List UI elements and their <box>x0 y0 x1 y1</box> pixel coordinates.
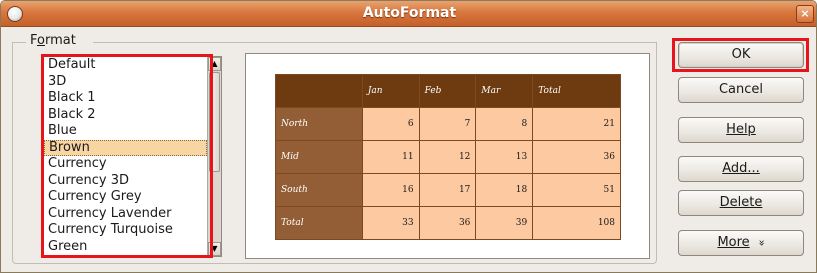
format-list[interactable]: Default 3D Black 1 Black 2 Blue Brown Currency… <box>44 57 207 255</box>
delete-button-label: Delete <box>719 195 763 210</box>
preview-row: Total 33 36 39 108 <box>275 206 621 240</box>
preview-cell: 108 <box>532 206 621 240</box>
format-list-item[interactable]: Green <box>44 239 207 256</box>
preview-row-header: South <box>275 173 363 207</box>
preview-cell: 18 <box>475 173 534 207</box>
more-button-label: More <box>717 235 750 250</box>
preview-cell: 11 <box>361 140 420 174</box>
cancel-button[interactable]: Cancel <box>678 77 804 103</box>
autoformat-dialog: AutoFormat × Format Default 3D Black 1 Blac… <box>0 0 817 273</box>
format-list-item[interactable]: Currency Grey <box>44 189 207 206</box>
preview-cell: 33 <box>361 206 420 240</box>
preview-cell: 21 <box>532 107 621 141</box>
preview-cell: 51 <box>532 173 621 207</box>
format-list-item[interactable]: Brown <box>44 139 207 156</box>
preview-pane: Jan Feb Mar Total North 6 7 8 21 Mid 11 … <box>245 53 650 259</box>
preview-cell: 39 <box>475 206 534 240</box>
format-list-item[interactable]: Currency Lavender <box>44 206 207 223</box>
preview-row: South 16 17 18 51 <box>275 173 621 207</box>
delete-button[interactable]: Delete <box>678 190 804 216</box>
preview-col-header: Mar <box>475 74 534 108</box>
more-button[interactable]: More » <box>678 230 804 256</box>
format-list-item[interactable]: 3D <box>44 74 207 91</box>
preview-cell: 6 <box>361 107 420 141</box>
preview-row-header: North <box>275 107 363 141</box>
preview-cell: 16 <box>361 173 420 207</box>
format-list-item[interactable]: Black 2 <box>44 107 207 124</box>
add-button-label: Add... <box>722 161 760 176</box>
format-list-item[interactable]: Black 1 <box>44 90 207 107</box>
ok-button[interactable]: OK <box>678 42 804 68</box>
preview-col-header: Jan <box>361 74 420 108</box>
preview-corner-cell <box>275 74 363 108</box>
format-list-item[interactable]: Currency Turquoise <box>44 222 207 239</box>
preview-col-header: Feb <box>418 74 477 108</box>
list-scrollbar[interactable]: ▲ ▼ <box>207 57 221 256</box>
preview-row-header: Total <box>275 206 363 240</box>
preview-cell: 17 <box>418 173 477 207</box>
scroll-up-button[interactable]: ▲ <box>208 57 221 71</box>
preview-table: Jan Feb Mar Total North 6 7 8 21 Mid 11 … <box>275 74 621 240</box>
format-list-item[interactable]: Default <box>44 57 207 74</box>
window-title: AutoFormat <box>362 5 457 21</box>
close-button[interactable]: × <box>796 5 814 23</box>
preview-cell: 7 <box>418 107 477 141</box>
scroll-down-button[interactable]: ▼ <box>208 242 221 256</box>
preview-cell: 8 <box>475 107 534 141</box>
help-button-label: Help <box>726 122 756 137</box>
preview-cell: 13 <box>475 140 534 174</box>
format-list-item[interactable]: Currency <box>44 156 207 173</box>
title-bar[interactable]: AutoFormat × <box>1 1 816 27</box>
double-chevron-down-icon: » <box>755 239 769 247</box>
help-button[interactable]: Help <box>678 117 804 143</box>
preview-cell: 12 <box>418 140 477 174</box>
preview-col-header: Total <box>532 74 621 108</box>
preview-cell: 36 <box>418 206 477 240</box>
format-listbox[interactable]: Default 3D Black 1 Black 2 Blue Brown Currency… <box>43 56 222 257</box>
preview-row-header: Mid <box>275 140 363 174</box>
add-button[interactable]: Add... <box>678 156 804 182</box>
preview-row: Mid 11 12 13 36 <box>275 140 621 174</box>
preview-header-row: Jan Feb Mar Total <box>275 74 621 108</box>
preview-cell: 36 <box>532 140 621 174</box>
format-list-item[interactable]: Blue <box>44 123 207 140</box>
scroll-thumb[interactable] <box>209 72 220 172</box>
format-list-item[interactable]: Currency 3D <box>44 173 207 190</box>
preview-row: North 6 7 8 21 <box>275 107 621 141</box>
